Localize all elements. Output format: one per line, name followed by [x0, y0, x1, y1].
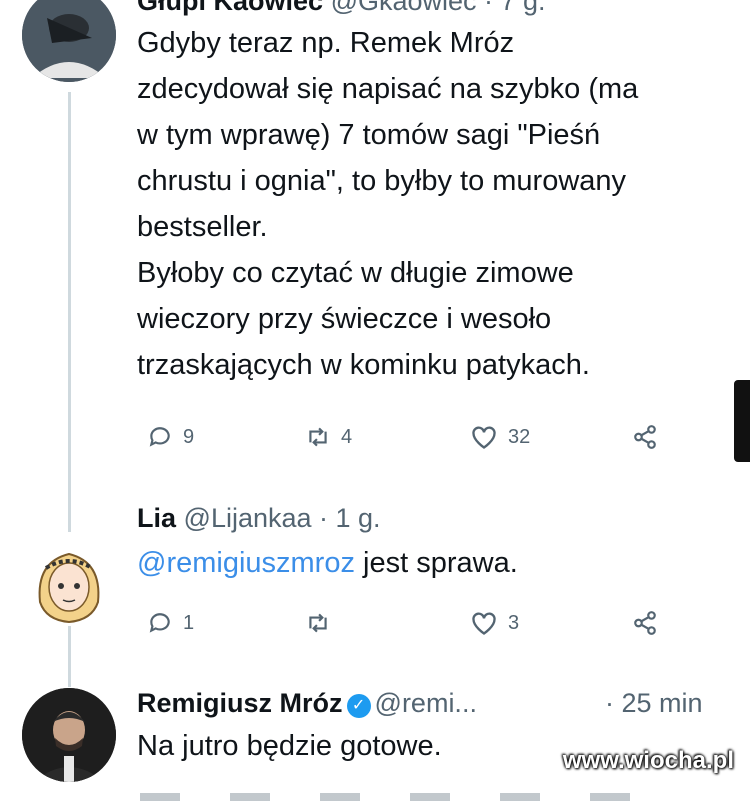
- tweet-gkaowiec[interactable]: Głupi Kaowiec @Gkaowiec · 7 g. Gdyby ter…: [137, 0, 736, 388]
- like-button[interactable]: 3: [470, 610, 519, 636]
- tweet-line: trzaskających w kominku patykach.: [137, 349, 590, 381]
- tweet-line: Byłoby co czytać w długie zimowe: [137, 257, 574, 289]
- avatar-gkaowiec[interactable]: [22, 0, 116, 82]
- mention-link[interactable]: @remigiuszmroz: [137, 547, 355, 579]
- avatar-remigiuszmroz[interactable]: [22, 688, 116, 782]
- next-actions-partial: [140, 793, 660, 801]
- retweet-count: 4: [341, 425, 353, 448]
- share-icon: [634, 611, 656, 635]
- tweet-text: @remigiuszmroz jest sprawa.: [137, 540, 736, 586]
- retweet-icon: [309, 613, 327, 633]
- retweet-button[interactable]: [305, 610, 341, 636]
- reply-count: 9: [183, 425, 195, 448]
- like-icon: [472, 612, 496, 635]
- tweet-header: Remigiusz Mróz ✓ @remi... · 25 min: [137, 688, 736, 719]
- share-button[interactable]: [632, 424, 658, 450]
- author-handle: @remi...: [374, 688, 477, 718]
- tweet-text-rest: jest sprawa.: [354, 547, 518, 579]
- reply-count: 1: [183, 611, 195, 634]
- retweet-button[interactable]: 4: [305, 424, 352, 450]
- like-button[interactable]: 32: [470, 424, 530, 450]
- side-tab: [734, 380, 750, 462]
- tweet-time: · 25 min: [605, 688, 703, 718]
- tweet-actions: 9 4 32: [137, 424, 677, 464]
- tweet-line: chrustu i ognia", to byłby to murowany: [137, 165, 627, 197]
- tweet-line: Gdyby teraz np. Remek Mróz: [137, 27, 515, 59]
- verified-badge-icon: ✓: [346, 694, 371, 718]
- tweet-line: w tym wprawę) 7 tomów sagi "Pieśń: [137, 119, 601, 151]
- tweet-lijankaa[interactable]: Lia @Lijankaa · 1 g. @remigiuszmroz jest…: [137, 503, 736, 586]
- share-icon: [634, 425, 656, 449]
- avatar-lijankaa[interactable]: [22, 532, 116, 626]
- tweet-header: Lia @Lijankaa · 1 g.: [137, 503, 736, 534]
- tweet-text: Gdyby teraz np. Remek Mróz zdecydował si…: [137, 20, 736, 388]
- author-name[interactable]: Remigiusz Mróz: [137, 688, 343, 718]
- reply-button[interactable]: 9: [147, 424, 194, 450]
- author-name[interactable]: Lia: [137, 503, 176, 533]
- author-name[interactable]: Głupi Kaowiec: [137, 0, 323, 16]
- reply-icon: [149, 613, 170, 633]
- author-handle-time: @Lijankaa · 1 g.: [183, 503, 381, 533]
- tweet-header: Głupi Kaowiec @Gkaowiec · 7 g.: [137, 0, 736, 17]
- reply-button[interactable]: 1: [147, 610, 194, 636]
- like-icon: [472, 426, 496, 449]
- author-handle-time: @Gkaowiec · 7 g.: [330, 0, 546, 16]
- tweet-line: bestseller.: [137, 211, 268, 243]
- like-count: 32: [508, 425, 531, 448]
- share-button[interactable]: [632, 610, 658, 636]
- tweet-line: zdecydował się napisać na szybko (ma: [137, 73, 639, 105]
- tweet-line: wieczory przy świeczce i wesoło: [137, 303, 552, 335]
- tweet-actions: 1 3: [137, 610, 677, 650]
- like-count: 3: [508, 611, 520, 634]
- reply-icon: [149, 427, 170, 447]
- watermark: www.wiocha.pl: [562, 747, 734, 774]
- retweet-icon: [309, 427, 327, 447]
